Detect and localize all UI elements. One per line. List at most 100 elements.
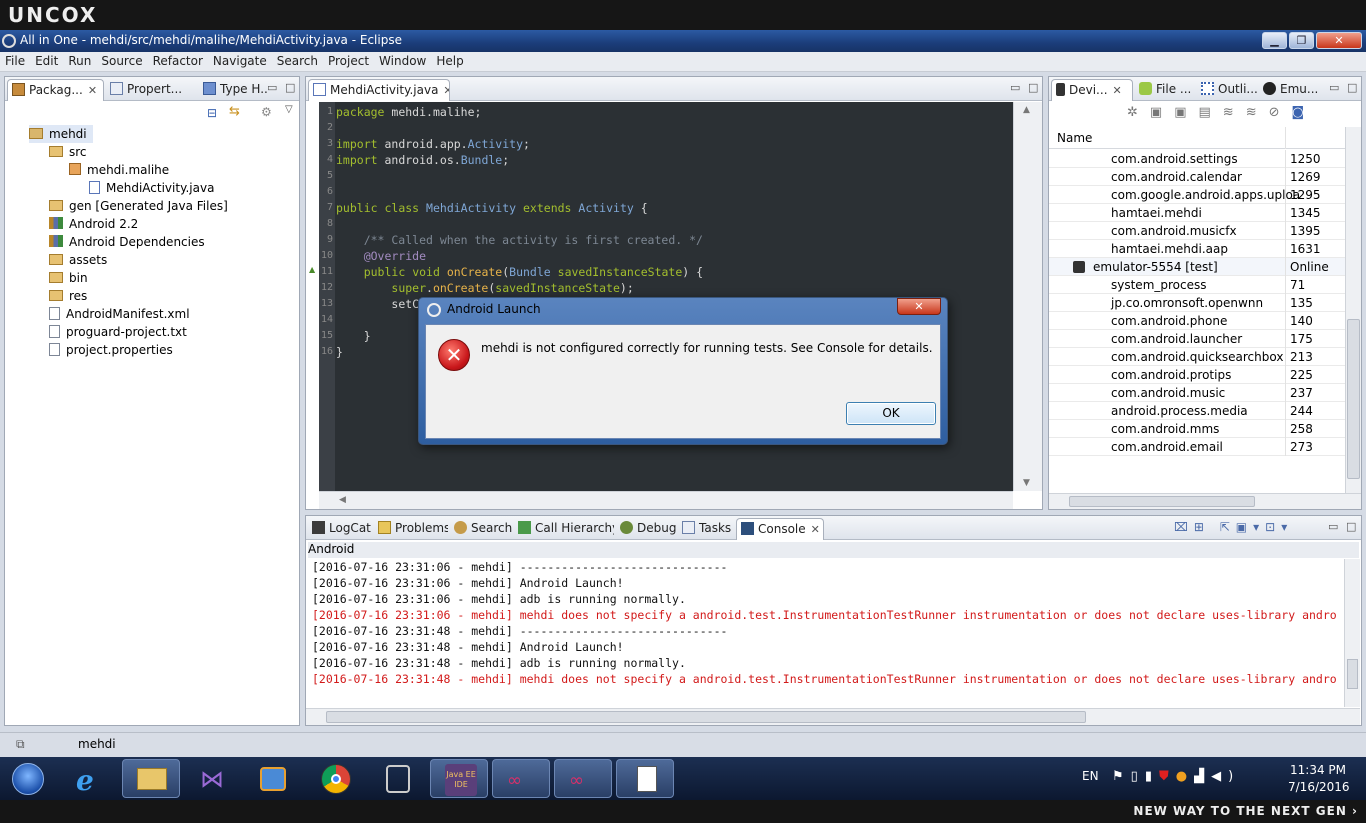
tree-item-proguard[interactable]: proguard-project.txt <box>49 323 187 341</box>
tab-call-hierarchy[interactable]: Call Hierarchy <box>514 518 614 540</box>
taskbar-device-manager[interactable] <box>368 759 426 798</box>
stop-process-icon[interactable]: ⊘ <box>1269 105 1292 120</box>
tree-item-package[interactable]: mehdi.malihe <box>69 161 169 179</box>
taskbar-internet-explorer[interactable]: e <box>60 759 118 798</box>
display-console-icon[interactable]: ▣ <box>1236 520 1253 534</box>
taskbar-app-glasses-1[interactable]: ∞ <box>492 759 550 798</box>
console-scroll-thumb[interactable] <box>1347 659 1358 689</box>
minimize-view-icon[interactable]: ▭ <box>1329 81 1339 94</box>
taskbar-visual-studio[interactable]: ⋈ <box>184 759 242 798</box>
process-row[interactable]: com.android.phone 140 <box>1049 312 1345 330</box>
tab-outline[interactable]: Outli... <box>1197 79 1257 101</box>
dialog-close-button[interactable]: ✕ <box>897 298 941 315</box>
network-icon[interactable]: ▟ <box>1194 769 1211 784</box>
view-menu-icon[interactable]: ⚙ <box>261 105 272 119</box>
clock-date[interactable]: 7/16/2016 <box>1288 780 1350 794</box>
menu-navigate[interactable]: Navigate <box>208 52 272 68</box>
process-row[interactable]: com.android.launcher 175 <box>1049 330 1345 348</box>
menu-project[interactable]: Project <box>323 52 374 68</box>
tree-item-project-properties[interactable]: project.properties <box>49 341 173 359</box>
process-row[interactable]: com.android.email 273 <box>1049 438 1345 456</box>
link-with-editor-icon[interactable]: ⇆ <box>229 104 240 119</box>
maximize-button[interactable]: ❐ <box>1289 32 1314 49</box>
start-button[interactable] <box>2 759 54 798</box>
screen-capture-icon[interactable]: ◙ <box>1292 105 1317 120</box>
tree-item-project[interactable]: mehdi <box>29 125 93 143</box>
process-row[interactable]: com.android.quicksearchbox 213 <box>1049 348 1345 366</box>
menu-edit[interactable]: Edit <box>30 52 63 68</box>
language-indicator[interactable]: EN <box>1082 769 1099 783</box>
devices-vertical-scrollbar[interactable] <box>1345 127 1361 493</box>
minimize-view-icon[interactable]: ▭ <box>267 81 277 94</box>
process-row[interactable]: com.android.mms 258 <box>1049 420 1345 438</box>
display-console-dropdown-icon[interactable]: ▾ <box>1253 520 1265 534</box>
update-heap-icon[interactable]: ▣ <box>1150 105 1174 120</box>
maximize-view-icon[interactable]: □ <box>285 81 295 94</box>
start-method-profiling-icon[interactable]: ≋ <box>1246 105 1269 120</box>
minimize-button[interactable]: ▁ <box>1262 32 1287 49</box>
devices-scroll-thumb[interactable] <box>1347 319 1360 479</box>
menu-run[interactable]: Run <box>63 52 96 68</box>
view-dropdown-icon[interactable]: ▽ <box>285 104 293 115</box>
process-row[interactable]: hamtaei.mehdi.aap 1631 <box>1049 240 1345 258</box>
taskbar-file-explorer[interactable] <box>122 759 180 798</box>
tab-debug[interactable]: Debug <box>616 518 676 540</box>
editor-horizontal-scrollbar[interactable]: ◀ <box>319 491 1013 509</box>
tree-item-src[interactable]: src <box>49 143 87 161</box>
tab-devices[interactable]: Devi... ✕ <box>1051 79 1133 101</box>
tab-package-explorer[interactable]: Packag... ✕ <box>7 79 104 101</box>
devices-horizontal-scrollbar[interactable] <box>1049 493 1361 509</box>
console-output[interactable]: [2016-07-16 23:31:06 - mehdi] ----------… <box>306 559 1342 707</box>
open-console-dropdown-icon[interactable]: ▾ <box>1281 520 1293 534</box>
process-row[interactable]: system_process 71 <box>1049 276 1345 294</box>
maximize-view-icon[interactable]: □ <box>1347 81 1357 94</box>
volume-icon[interactable]: ◀) <box>1211 769 1240 784</box>
taskbar-eclipse[interactable]: Java EE IDE <box>430 759 488 798</box>
editor-vertical-scrollbar[interactable]: ▲ ▼ <box>1013 102 1042 491</box>
close-tab-icon[interactable]: ✕ <box>443 84 449 97</box>
flag-icon[interactable]: ⚑ <box>1112 769 1131 784</box>
menu-source[interactable]: Source <box>96 52 147 68</box>
tree-item-res[interactable]: res <box>49 287 87 305</box>
dump-hprof-icon[interactable]: ▣ <box>1174 105 1198 120</box>
console-horizontal-scrollbar[interactable] <box>306 708 1360 725</box>
ok-button[interactable]: OK <box>846 402 936 425</box>
maximize-view-icon[interactable]: □ <box>1346 520 1356 533</box>
clock-time[interactable]: 11:34 PM <box>1288 763 1348 777</box>
menu-search[interactable]: Search <box>272 52 323 68</box>
taskbar-document-app[interactable] <box>616 759 674 798</box>
menu-refactor[interactable]: Refactor <box>148 52 208 68</box>
devices-hscroll-thumb[interactable] <box>1069 496 1255 507</box>
device-tray-icon[interactable]: ▯ <box>1131 769 1145 784</box>
menu-file[interactable]: File <box>0 52 30 68</box>
security-icon[interactable]: ⛊ <box>1159 769 1176 784</box>
tree-item-java-file[interactable]: MehdiActivity.java <box>89 179 214 197</box>
collapse-all-icon[interactable]: ⊟ <box>207 106 217 120</box>
open-console-icon[interactable]: ⊡ <box>1265 520 1281 534</box>
tree-item-assets[interactable]: assets <box>49 251 107 269</box>
minimize-view-icon[interactable]: ▭ <box>1328 520 1338 533</box>
tab-problems[interactable]: Problems <box>374 518 448 540</box>
tab-mehdiactivity-java[interactable]: MehdiActivity.java✕ <box>308 79 450 101</box>
cause-gc-icon[interactable]: ▤ <box>1199 105 1223 120</box>
menu-help[interactable]: Help <box>431 52 468 68</box>
scroll-up-icon[interactable]: ▲ <box>1023 105 1030 115</box>
close-window-button[interactable]: ✕ <box>1316 32 1362 49</box>
taskbar-media-player[interactable] <box>244 759 302 798</box>
column-name-header[interactable]: Name <box>1057 131 1092 145</box>
process-row[interactable]: com.android.protips 225 <box>1049 366 1345 384</box>
update-threads-icon[interactable]: ≋ <box>1223 105 1246 120</box>
tab-tasks[interactable]: Tasks <box>678 518 734 540</box>
taskbar-chrome[interactable] <box>306 759 364 798</box>
tab-logcat[interactable]: LogCat <box>308 518 372 540</box>
process-row[interactable]: com.google.android.apps.uploa 1295 <box>1049 186 1345 204</box>
battery-icon[interactable]: ▮ <box>1145 769 1159 784</box>
taskbar-app-glasses-2[interactable]: ∞ <box>554 759 612 798</box>
scroll-lock-icon[interactable]: ⊞ <box>1194 520 1210 534</box>
tree-item-bin[interactable]: bin <box>49 269 88 287</box>
console-vertical-scrollbar[interactable] <box>1344 559 1360 707</box>
close-tab-icon[interactable]: ✕ <box>811 523 820 536</box>
close-tab-icon[interactable]: ✕ <box>1113 84 1122 97</box>
process-row[interactable]: jp.co.omronsoft.openwnn 135 <box>1049 294 1345 312</box>
tab-console[interactable]: Console ✕ <box>736 518 824 540</box>
